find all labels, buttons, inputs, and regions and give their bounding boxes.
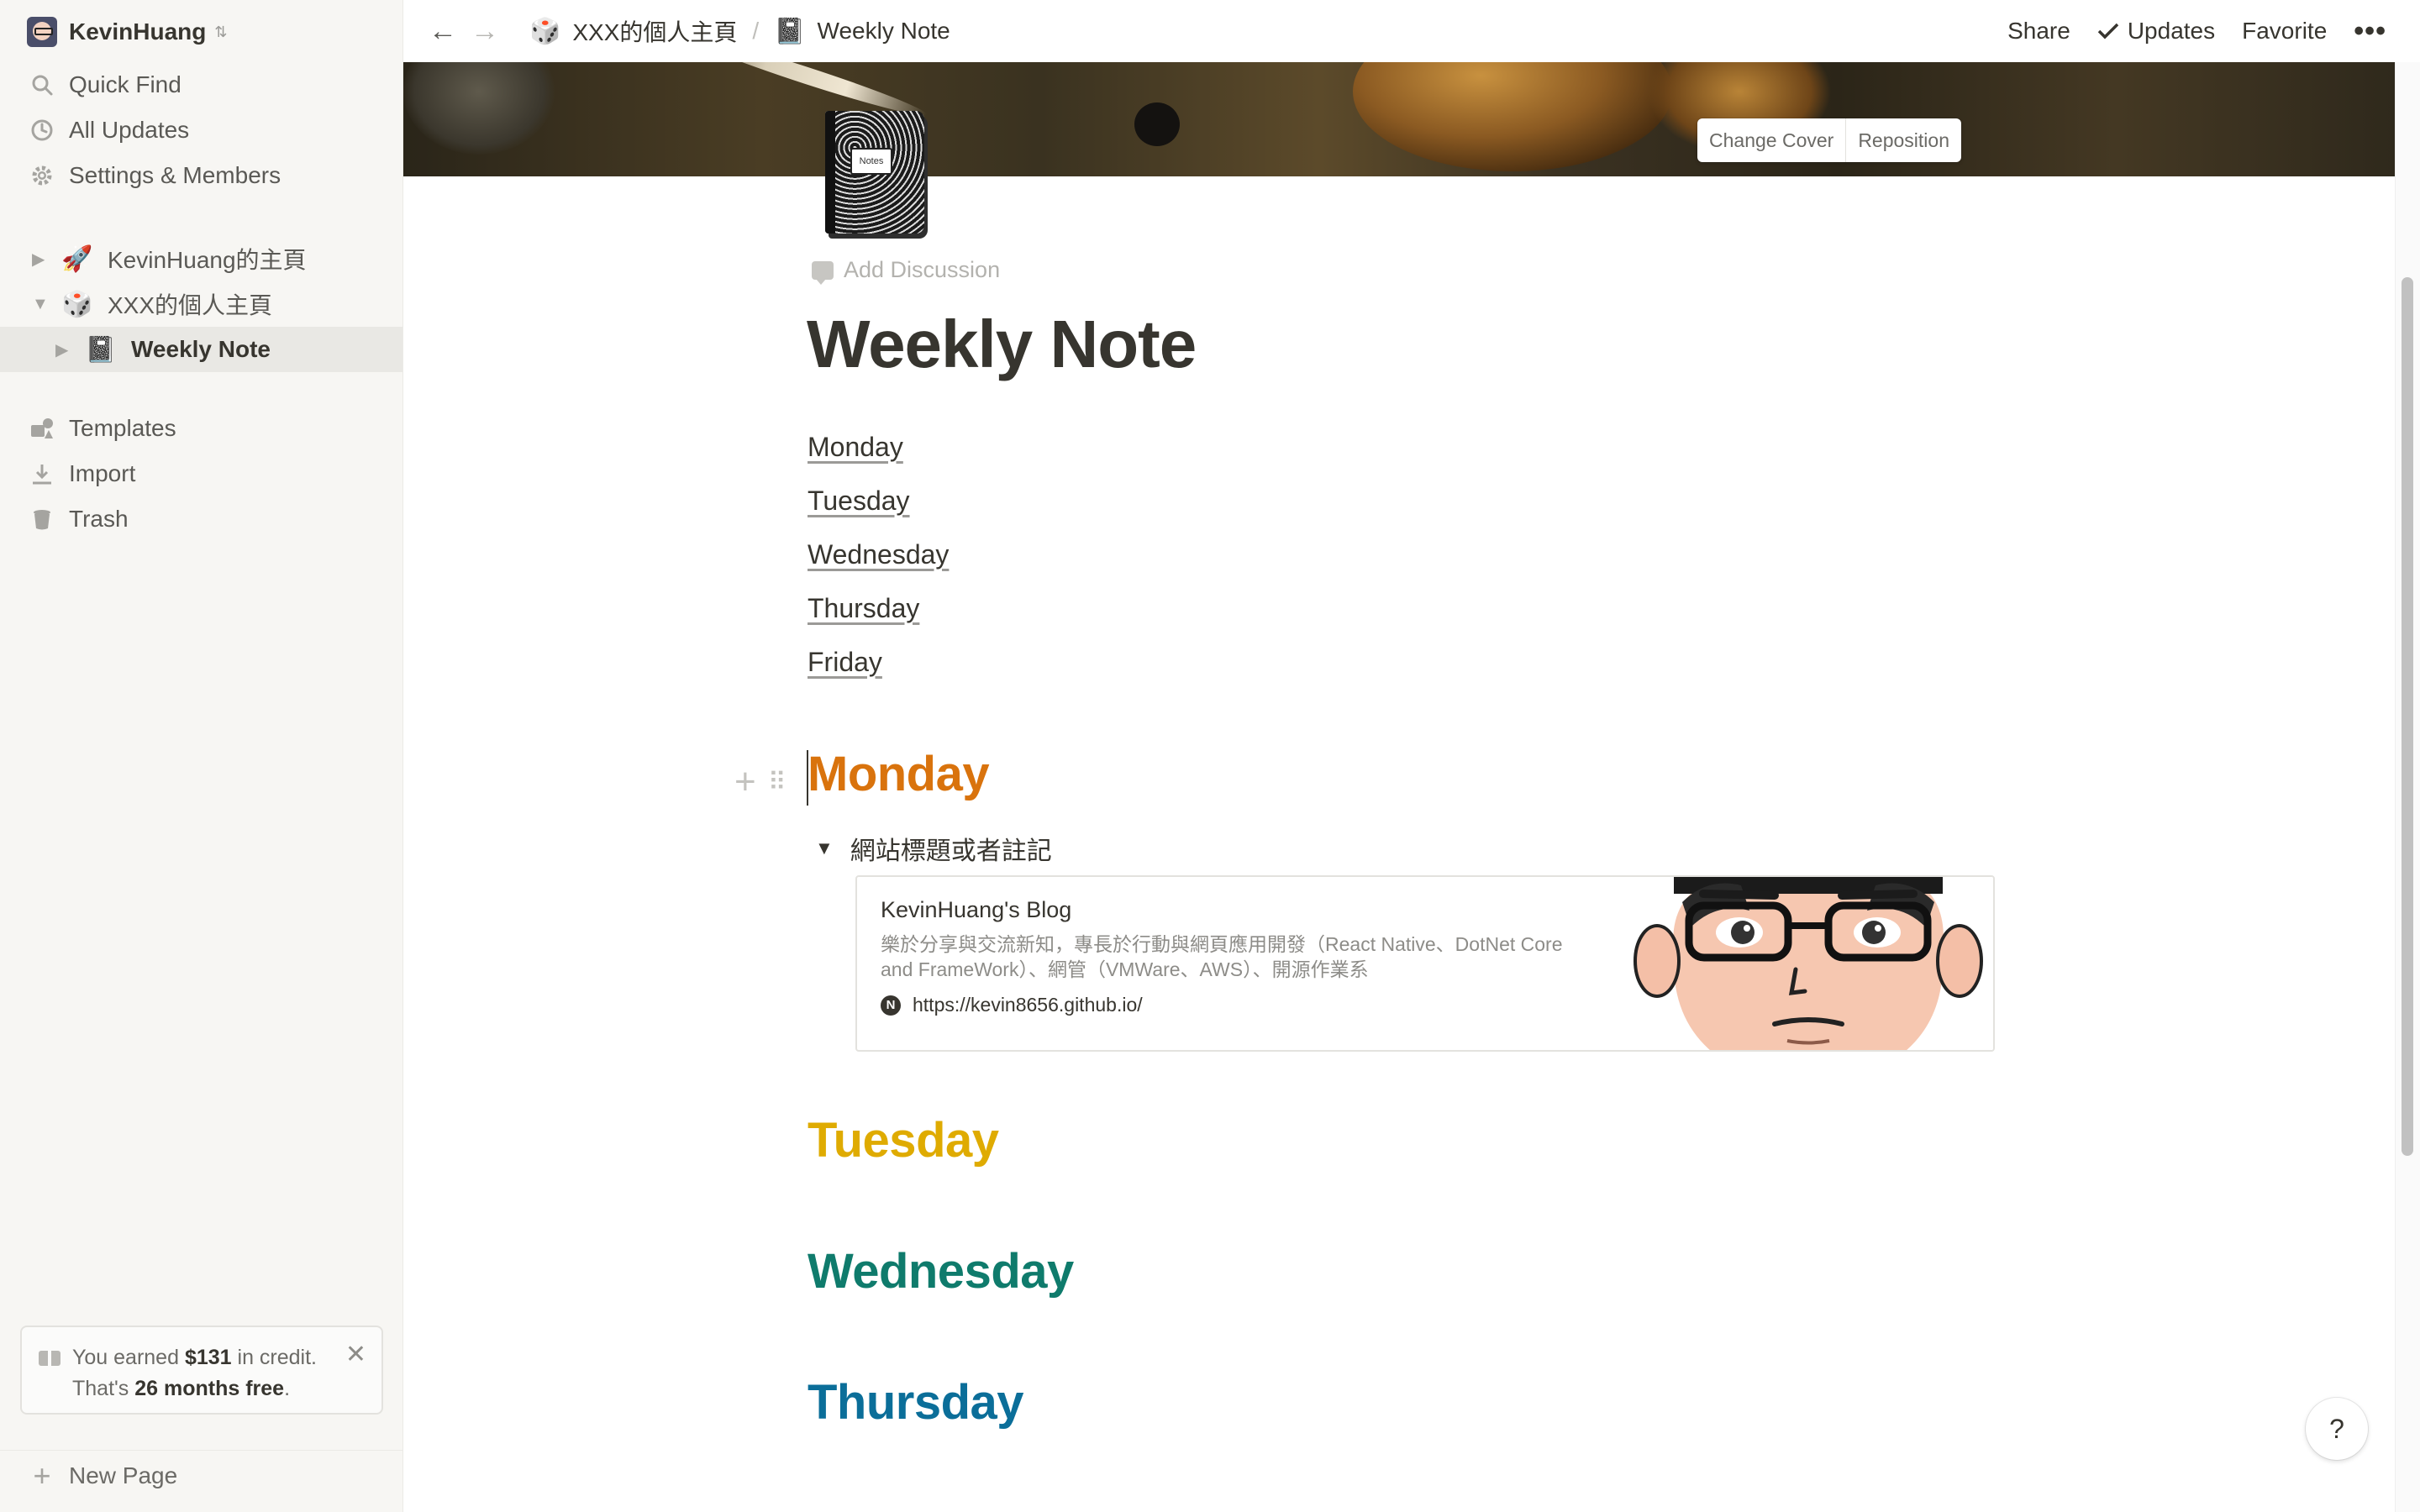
change-cover-button[interactable]: Change Cover (1697, 118, 1845, 162)
sidebar-item-label: Settings & Members (69, 162, 281, 188)
sidebar-item-label: All Updates (69, 117, 190, 143)
site-favicon: N (881, 995, 901, 1016)
toc-link-wednesday[interactable]: Wednesday (808, 539, 949, 570)
dice-icon: 🎲 (61, 290, 93, 318)
reposition-button[interactable]: Reposition (1845, 118, 1961, 162)
sidebar-item-all-updates[interactable]: All Updates (0, 108, 402, 153)
sidebar-item-label: XXX的個人主頁 (108, 292, 273, 318)
sidebar-item-label: Templates (69, 415, 176, 441)
toc-link-tuesday[interactable]: Tuesday (808, 486, 910, 517)
sidebar-item-quick-find[interactable]: Quick Find (0, 62, 402, 108)
gear-icon (29, 162, 55, 189)
add-discussion-label: Add Discussion (844, 257, 1001, 282)
cover-controls: Change Cover Reposition (1697, 118, 1961, 162)
workspace-switcher[interactable]: KevinHuang ⇅ (27, 15, 227, 49)
bookmark-title: KevinHuang's Blog (881, 897, 1072, 922)
new-page-label: New Page (69, 1462, 178, 1488)
workspace-name: KevinHuang (69, 18, 207, 45)
sidebar-item-trash[interactable]: Trash (0, 496, 402, 542)
sidebar-item-label: KevinHuang的主頁 (108, 247, 307, 273)
help-button[interactable]: ? (2306, 1398, 2368, 1460)
share-button[interactable]: Share (2007, 18, 2070, 45)
breadcrumb-current[interactable]: 📓 Weekly Note (774, 17, 950, 46)
notebook-icon: 📓 (85, 335, 117, 364)
cover-image (403, 62, 2395, 176)
page-icon-notebook[interactable]: Notes (825, 111, 924, 234)
heading-wednesday[interactable]: Wednesday (808, 1243, 1074, 1299)
sidebar-item-templates[interactable]: Templates (0, 406, 402, 451)
updates-button[interactable]: Updates (2097, 18, 2215, 45)
rocket-icon: 🚀 (61, 244, 93, 273)
breadcrumb-parent-label: XXX的個人主頁 (572, 19, 738, 45)
toc-link-friday[interactable]: Friday (808, 647, 882, 678)
notebook-label: Notes (850, 148, 892, 175)
credit-banner: You earned $131 in credit. That's 26 mon… (20, 1326, 383, 1415)
heading-monday[interactable]: Monday (808, 746, 990, 802)
bookmark-url-row: N https://kevin8656.github.io/ (881, 994, 1570, 1016)
credit-line-1: You earned $131 in credit. (72, 1346, 317, 1369)
close-icon[interactable]: ✕ (345, 1339, 366, 1370)
forward-arrow-icon[interactable]: → (471, 15, 499, 48)
chevron-updown-icon: ⇅ (214, 23, 228, 40)
check-icon (2097, 23, 2119, 39)
toggle-block[interactable]: ▼ 網站標題或者註記 (815, 830, 1052, 867)
topbar: ← → 🎲 XXX的個人主頁 / 📓 Weekly Note Share Upd… (403, 0, 2420, 62)
heading-thursday[interactable]: Thursday (808, 1374, 1024, 1431)
credit-line-2: That's 26 months free. (72, 1377, 291, 1400)
back-arrow-icon[interactable]: ← (429, 15, 457, 48)
workspace-avatar (27, 17, 57, 47)
sidebar-item-label: Quick Find (69, 71, 182, 97)
sidebar-item-label: Trash (69, 506, 129, 532)
clock-icon (29, 117, 55, 144)
bookmark-card[interactable]: KevinHuang's Blog 樂於分享與交流新知，專長於行動與網頁應用開發… (855, 875, 1995, 1052)
sidebar-page-weekly-note[interactable]: ▶ 📓 Weekly Note (0, 327, 402, 372)
gift-icon (39, 1344, 60, 1366)
templates-icon (29, 415, 55, 442)
sidebar-item-import[interactable]: Import (0, 451, 402, 496)
expand-arrow-icon[interactable]: ▶ (32, 249, 47, 270)
page-title[interactable]: Weekly Note (807, 306, 1197, 383)
sidebar-item-label: Import (69, 460, 136, 486)
sidebar-item-settings[interactable]: Settings & Members (0, 153, 402, 198)
sidebar: KevinHuang ⇅ Quick Find All Updates Sett… (0, 0, 403, 1512)
heading-tuesday[interactable]: Tuesday (808, 1112, 999, 1168)
toggle-label: 網站標題或者註記 (850, 837, 1052, 865)
breadcrumb-current-label: Weekly Note (817, 18, 950, 44)
sidebar-item-label: Weekly Note (131, 336, 271, 362)
add-block-icon[interactable]: + (734, 761, 756, 803)
download-icon (29, 460, 55, 487)
scrollbar-thumb[interactable] (2402, 277, 2413, 1156)
block-handle: + ⠿ (734, 761, 786, 803)
trash-icon (29, 506, 55, 533)
bookmark-description: 樂於分享與交流新知，專長於行動與網頁應用開發（React Native、DotN… (881, 933, 1563, 980)
plus-icon: + (33, 1457, 51, 1493)
toc-link-thursday[interactable]: Thursday (808, 593, 919, 624)
bookmark-url: https://kevin8656.github.io/ (913, 994, 1143, 1016)
top-actions: Share Updates Favorite ••• (2007, 0, 2386, 62)
new-page-button[interactable]: + New Page (0, 1450, 402, 1500)
favorite-button[interactable]: Favorite (2242, 18, 2327, 45)
dice-icon: 🎲 (529, 17, 561, 45)
sidebar-page-xxx[interactable]: ▼ 🎲 XXX的個人主頁 (0, 281, 402, 327)
toggle-arrow-icon[interactable]: ▼ (815, 837, 834, 859)
toc-link-monday[interactable]: Monday (808, 432, 903, 463)
collapse-arrow-icon[interactable]: ▼ (32, 295, 49, 314)
search-icon (29, 71, 55, 98)
notebook-icon: 📓 (774, 17, 806, 45)
sidebar-page-kevinhuang[interactable]: ▶ 🚀 KevinHuang的主頁 (0, 236, 402, 281)
add-discussion-button[interactable]: Add Discussion (812, 257, 1001, 285)
breadcrumb-parent[interactable]: 🎲 XXX的個人主頁 (529, 14, 737, 48)
expand-arrow-icon[interactable]: ▶ (55, 339, 71, 360)
drag-handle-icon[interactable]: ⠿ (768, 768, 786, 797)
more-icon[interactable]: ••• (2354, 15, 2386, 48)
bookmark-thumbnail-avatar (1623, 877, 1993, 1050)
breadcrumb-separator: / (752, 18, 760, 44)
comment-icon (812, 260, 834, 285)
